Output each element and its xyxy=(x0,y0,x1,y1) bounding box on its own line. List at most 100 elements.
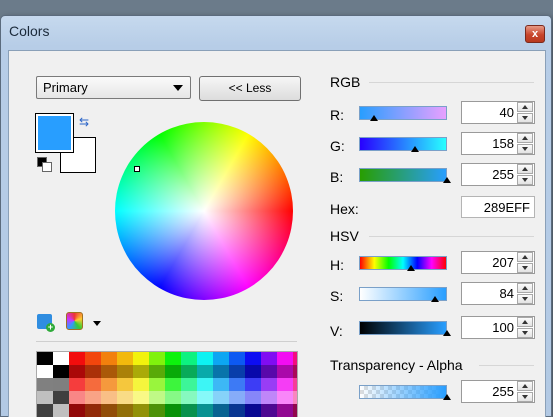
palette-swatch[interactable] xyxy=(85,352,101,365)
g-slider-thumb[interactable] xyxy=(411,146,419,152)
v-spin-up-icon[interactable] xyxy=(517,317,533,327)
palette-swatch[interactable] xyxy=(293,378,297,391)
b-slider[interactable] xyxy=(359,168,447,182)
palette-swatch[interactable] xyxy=(133,391,149,404)
s-spinner[interactable]: 84 xyxy=(461,282,535,305)
palette-swatch[interactable] xyxy=(37,378,53,391)
palette-swatch[interactable] xyxy=(213,365,229,378)
primary-color-swatch[interactable] xyxy=(35,113,74,153)
palette-swatch[interactable] xyxy=(165,404,181,417)
color-palette-grid[interactable] xyxy=(36,351,298,417)
palette-swatch[interactable] xyxy=(133,378,149,391)
palette-swatch[interactable] xyxy=(37,404,53,417)
palette-swatch[interactable] xyxy=(181,378,197,391)
b-slider-thumb[interactable] xyxy=(443,177,451,183)
palette-swatch[interactable] xyxy=(181,391,197,404)
b-spin-down-icon[interactable] xyxy=(517,175,533,185)
b-spin-up-icon[interactable] xyxy=(517,164,533,174)
palette-swatch[interactable] xyxy=(69,391,85,404)
add-color-icon[interactable]: + xyxy=(37,314,55,332)
h-slider[interactable] xyxy=(359,256,447,270)
v-slider[interactable] xyxy=(359,321,447,335)
palette-swatch[interactable] xyxy=(293,404,297,417)
palette-swatch[interactable] xyxy=(133,404,149,417)
palette-swatch[interactable] xyxy=(53,378,69,391)
close-button[interactable]: x xyxy=(525,25,545,43)
palette-swatch[interactable] xyxy=(277,365,293,378)
palette-swatch[interactable] xyxy=(229,378,245,391)
palette-swatch[interactable] xyxy=(229,391,245,404)
alpha-spinner[interactable]: 255 xyxy=(461,380,535,403)
palette-swatch[interactable] xyxy=(101,391,117,404)
palette-swatch[interactable] xyxy=(101,352,117,365)
palette-swatch[interactable] xyxy=(197,352,213,365)
palette-swatch[interactable] xyxy=(37,365,53,378)
g-spinner[interactable]: 158 xyxy=(461,132,535,155)
palette-swatch[interactable] xyxy=(101,404,117,417)
g-value[interactable]: 158 xyxy=(492,136,514,151)
palette-swatch[interactable] xyxy=(293,365,297,378)
g-slider[interactable] xyxy=(359,137,447,151)
palette-swatch[interactable] xyxy=(213,404,229,417)
palette-swatch[interactable] xyxy=(85,404,101,417)
palette-swatch[interactable] xyxy=(165,365,181,378)
s-spin-up-icon[interactable] xyxy=(517,283,533,293)
palette-swatch[interactable] xyxy=(85,391,101,404)
palette-swatch[interactable] xyxy=(149,365,165,378)
alpha-slider[interactable] xyxy=(359,385,447,399)
palette-swatch[interactable] xyxy=(69,404,85,417)
alpha-spin-up-icon[interactable] xyxy=(517,381,533,391)
palette-swatch[interactable] xyxy=(213,391,229,404)
r-slider-thumb[interactable] xyxy=(370,115,378,121)
b-spinner[interactable]: 255 xyxy=(461,163,535,186)
palette-swatch[interactable] xyxy=(229,404,245,417)
palette-swatch[interactable] xyxy=(261,404,277,417)
hex-input[interactable]: 289EFF xyxy=(461,196,535,218)
palette-swatch[interactable] xyxy=(149,378,165,391)
palette-swatch[interactable] xyxy=(261,352,277,365)
alpha-spin-down-icon[interactable] xyxy=(517,392,533,402)
palette-swatch[interactable] xyxy=(213,378,229,391)
palette-swatch[interactable] xyxy=(117,404,133,417)
less-button[interactable]: << Less xyxy=(199,76,301,101)
palette-swatch[interactable] xyxy=(117,352,133,365)
palette-swatch[interactable] xyxy=(165,378,181,391)
s-value[interactable]: 84 xyxy=(500,286,514,301)
s-slider-thumb[interactable] xyxy=(431,296,439,302)
palette-swatch[interactable] xyxy=(245,391,261,404)
palette-swatch[interactable] xyxy=(261,391,277,404)
palette-swatch[interactable] xyxy=(117,391,133,404)
palette-swatch[interactable] xyxy=(197,404,213,417)
palette-swatch[interactable] xyxy=(277,352,293,365)
alpha-value[interactable]: 255 xyxy=(492,384,514,399)
v-spin-down-icon[interactable] xyxy=(517,328,533,338)
palette-swatch[interactable] xyxy=(101,378,117,391)
palette-swatch[interactable] xyxy=(261,365,277,378)
h-value[interactable]: 207 xyxy=(492,255,514,270)
b-value[interactable]: 255 xyxy=(492,167,514,182)
palette-swatch[interactable] xyxy=(181,352,197,365)
palette-swatch[interactable] xyxy=(197,391,213,404)
palette-swatch[interactable] xyxy=(277,378,293,391)
palette-swatch[interactable] xyxy=(197,365,213,378)
alpha-slider-thumb[interactable] xyxy=(443,394,451,400)
palette-swatch[interactable] xyxy=(229,352,245,365)
g-spin-down-icon[interactable] xyxy=(517,144,533,154)
r-value[interactable]: 40 xyxy=(500,105,514,120)
h-slider-thumb[interactable] xyxy=(407,265,415,271)
palette-swatch[interactable] xyxy=(245,378,261,391)
palette-swatch[interactable] xyxy=(133,352,149,365)
palette-swatch[interactable] xyxy=(53,391,69,404)
palette-swatch[interactable] xyxy=(85,365,101,378)
palette-swatch[interactable] xyxy=(149,391,165,404)
palette-swatch[interactable] xyxy=(69,365,85,378)
palette-swatch[interactable] xyxy=(53,365,69,378)
palette-swatch[interactable] xyxy=(53,352,69,365)
palette-swatch[interactable] xyxy=(229,365,245,378)
h-spinner[interactable]: 207 xyxy=(461,251,535,274)
palette-swatch[interactable] xyxy=(245,352,261,365)
v-slider-thumb[interactable] xyxy=(443,330,451,336)
palette-icon[interactable] xyxy=(66,312,83,330)
palette-swatch[interactable] xyxy=(69,378,85,391)
palette-swatch[interactable] xyxy=(85,378,101,391)
